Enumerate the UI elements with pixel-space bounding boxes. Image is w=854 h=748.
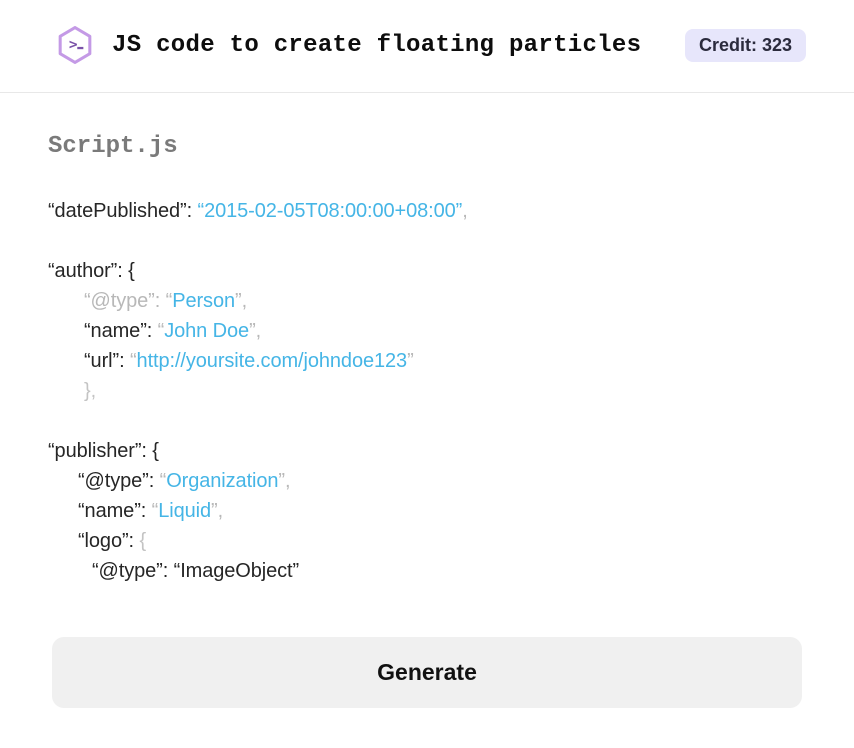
page-title: JS code to create floating particles — [112, 32, 667, 59]
code-line: “@type”: “Person”, — [48, 286, 806, 316]
code-line: “datePublished”: “2015-02-05T08:00:00+08… — [48, 196, 806, 226]
json-key: “logo” — [78, 530, 129, 552]
json-key: “@type” — [78, 470, 149, 492]
code-line: “name”: “John Doe”, — [48, 316, 806, 346]
json-key: “author” — [48, 260, 117, 282]
code-line: “author”: { — [48, 256, 806, 286]
header: > JS code to create floating particles C… — [0, 0, 854, 93]
code-line: “url”: “http://yoursite.com/johndoe123” — [48, 346, 806, 376]
json-value: “ImageObject” — [174, 560, 299, 582]
button-bar: Generate — [0, 637, 854, 708]
json-value: Liquid — [158, 500, 211, 522]
json-value: “2015-02-05T08:00:00+08:00” — [198, 200, 463, 222]
code-line: “@type”: “ImageObject” — [48, 556, 806, 586]
json-key: “datePublished” — [48, 200, 187, 222]
json-key: “@type” — [92, 560, 163, 582]
json-key: “@type” — [84, 290, 155, 312]
app-logo-icon: > — [56, 26, 94, 64]
generate-button[interactable]: Generate — [52, 637, 802, 708]
code-line: “logo”: { — [48, 526, 806, 556]
code-block: “datePublished”: “2015-02-05T08:00:00+08… — [48, 196, 806, 586]
json-value: http://yoursite.com/johndoe123 — [137, 350, 408, 372]
code-line: }, — [48, 376, 806, 406]
json-key: “name” — [84, 320, 147, 342]
json-key: “name” — [78, 500, 141, 522]
svg-text:>: > — [69, 37, 78, 53]
json-value: Person — [172, 290, 235, 312]
json-key: “url” — [84, 350, 119, 372]
credit-badge: Credit: 323 — [685, 29, 806, 62]
file-name-label: Script.js — [48, 133, 806, 160]
json-value: Organization — [166, 470, 278, 492]
main-content: Script.js “datePublished”: “2015-02-05T0… — [0, 93, 854, 616]
json-value: John Doe — [164, 320, 249, 342]
code-line: “publisher”: { — [48, 436, 806, 466]
code-line: “name”: “Liquid”, — [48, 496, 806, 526]
json-key: “publisher” — [48, 440, 141, 462]
code-line: “@type”: “Organization”, — [48, 466, 806, 496]
